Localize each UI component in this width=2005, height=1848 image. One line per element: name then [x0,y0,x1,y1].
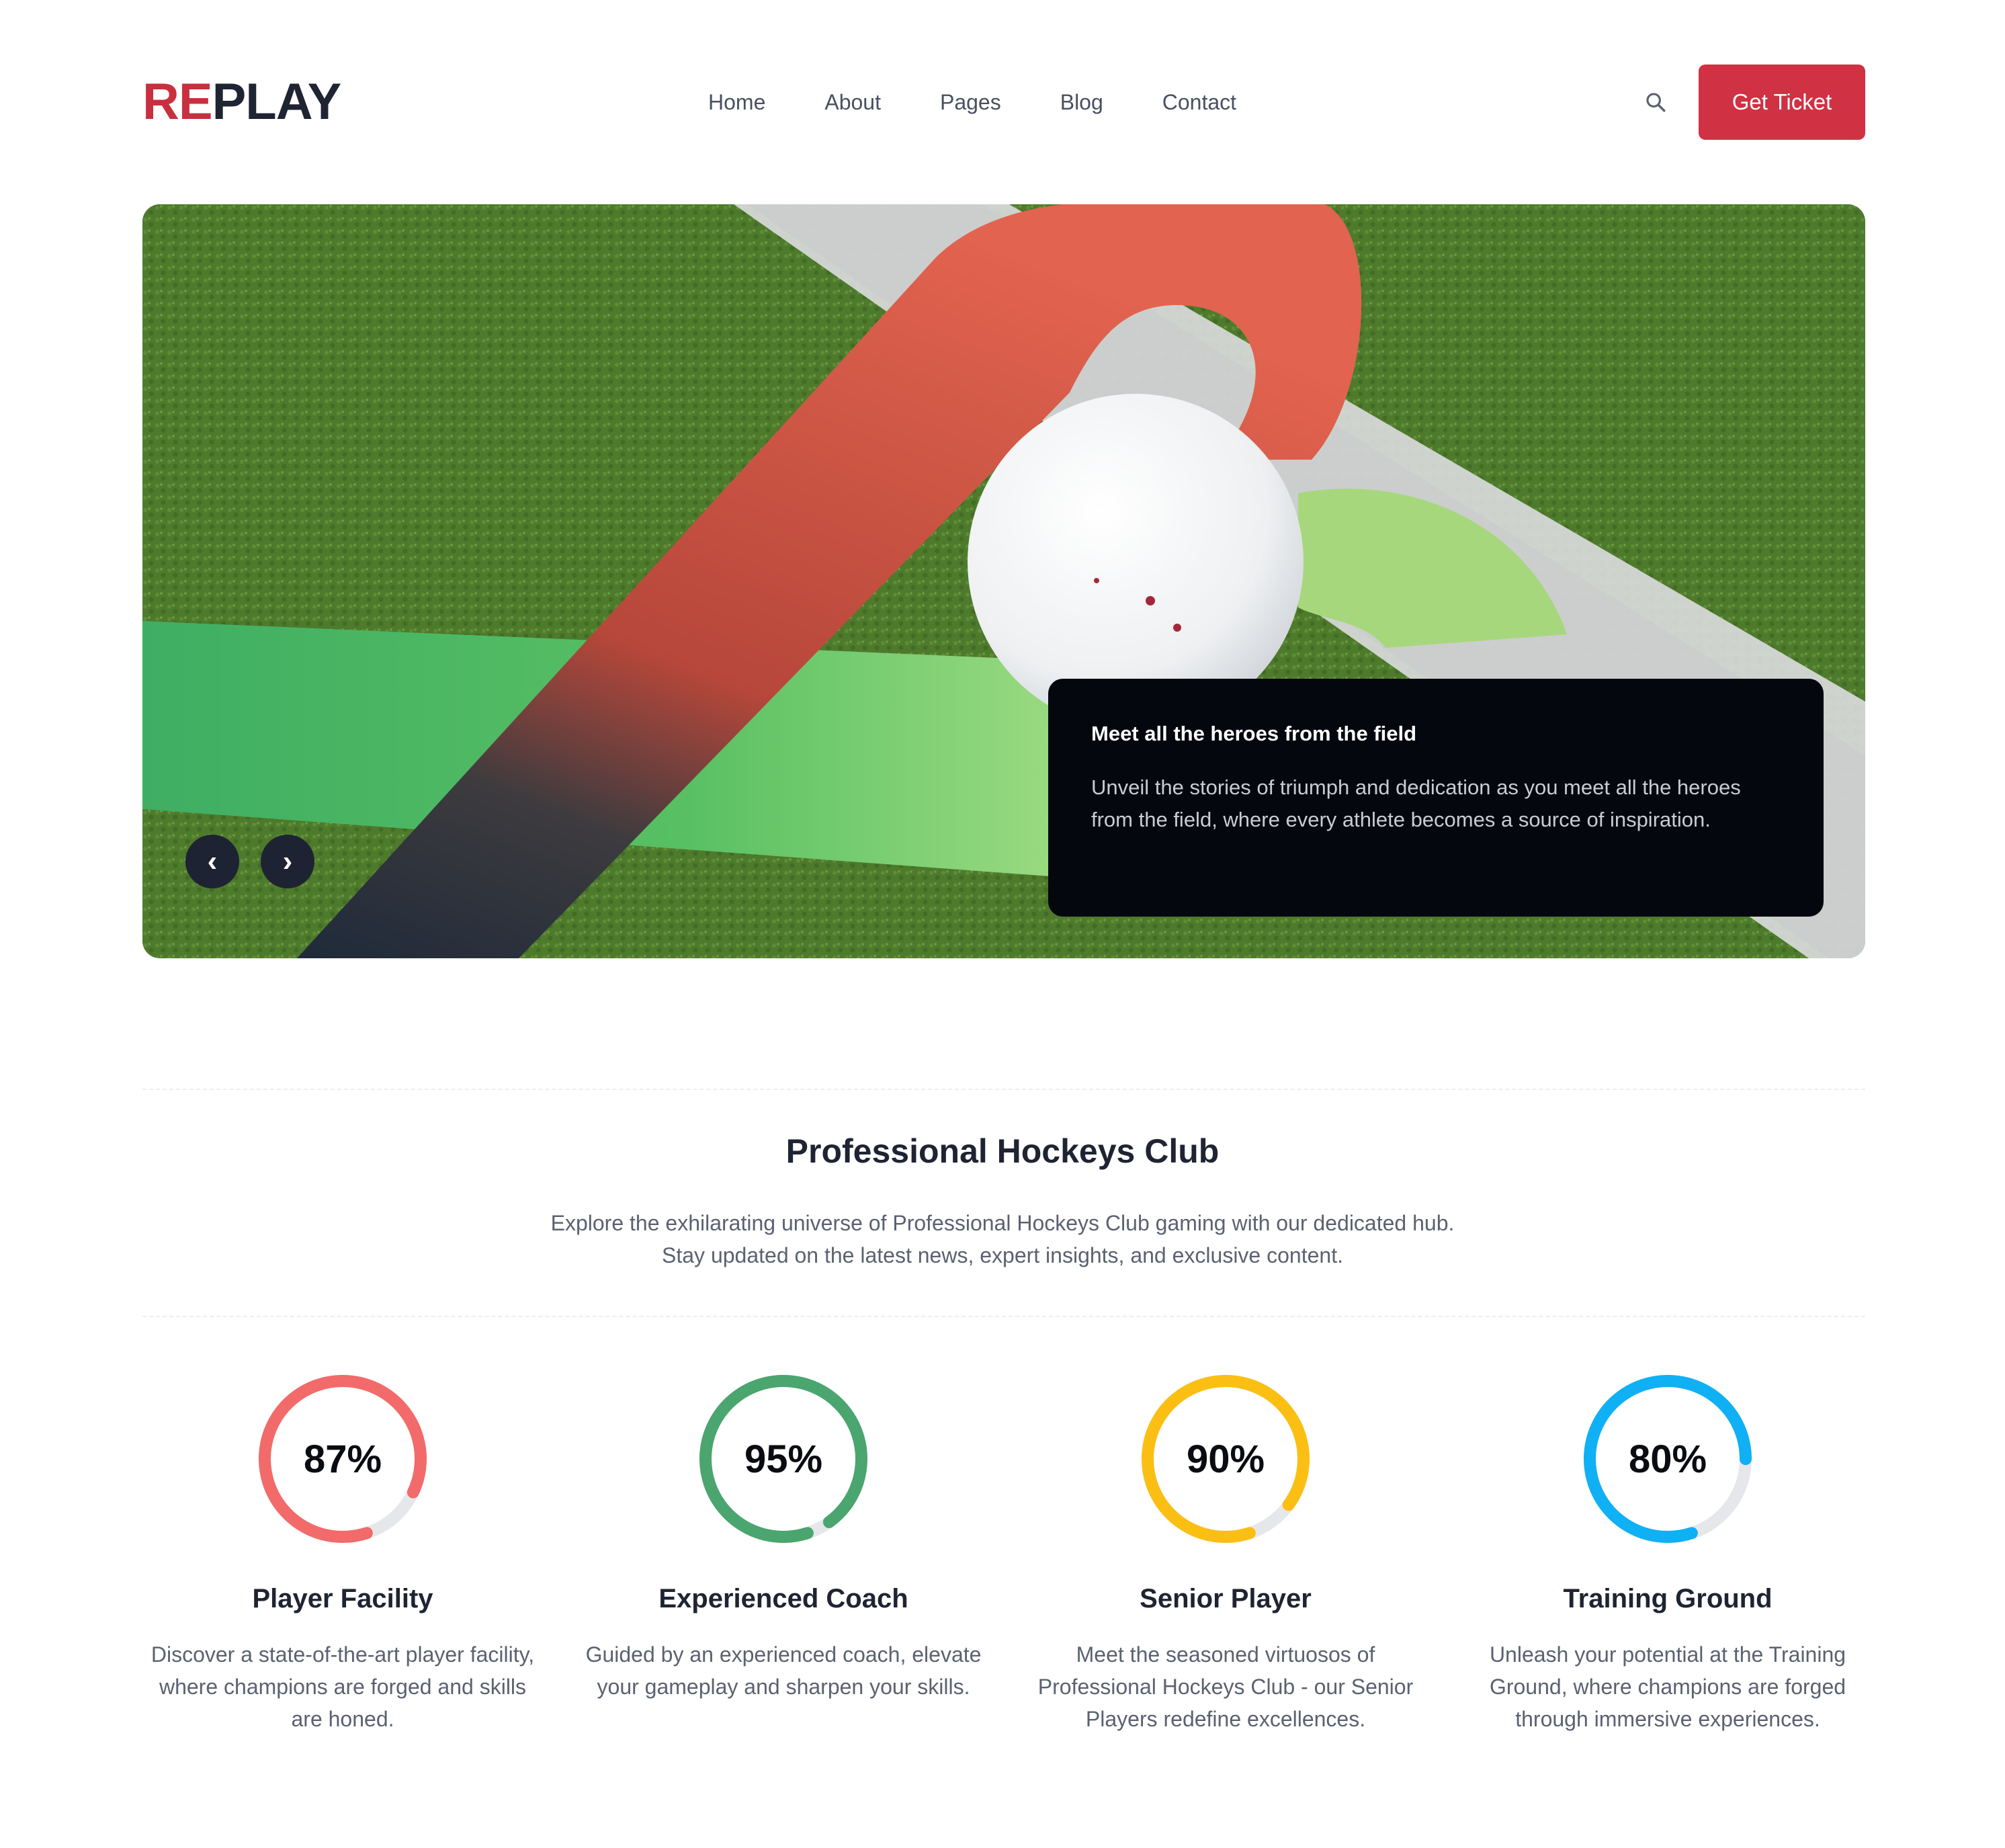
nav-pages[interactable]: Pages [940,82,1001,122]
progress-value: 90% [1186,1437,1265,1481]
nav-contact[interactable]: Contact [1162,82,1236,122]
stat-text: Guided by an experienced coach, elevate … [585,1642,982,1699]
logo-accent-text: RE [142,73,213,130]
search-button[interactable] [1637,83,1674,121]
progress-ring: 95% [699,1375,867,1543]
stat-player-facility: 87% Player Facility Discover a state-of-… [141,1375,544,1735]
nav-home[interactable]: Home [708,82,765,122]
stat-text: Unleash your potential at the Training G… [1489,1642,1846,1731]
slider-next-button[interactable]: › [261,835,314,888]
progress-ring: 87% [259,1375,427,1543]
stat-title: Experienced Coach [658,1584,908,1613]
section-title: Professional Hockeys Club [785,1132,1220,1170]
stat-text: Meet the seasoned virtuosos of Professio… [1037,1642,1414,1731]
section-divider-top [142,1089,1865,1090]
stat-title: Training Ground [1563,1584,1773,1613]
stat-training-ground: 80% Training Ground Unleash your potenti… [1466,1375,1869,1735]
stat-senior-player: 90% Senior Player Meet the seasoned virt… [1024,1375,1427,1735]
hero-caption-text: Unveil the stories of triumph and dedica… [1091,775,1741,831]
main-nav: Home About Pages Blog Contact [708,82,1295,122]
stat-title: Player Facility [252,1584,433,1613]
get-ticket-button[interactable]: Get Ticket [1699,65,1865,140]
progress-ring: 90% [1142,1375,1310,1543]
section-divider-bottom [142,1316,1865,1317]
progress-value: 87% [303,1437,382,1481]
section-description: Explore the exhilarating universe of Pro… [550,1211,1455,1267]
progress-ring: 80% [1584,1375,1752,1543]
logo-text: PLAY [212,73,342,130]
nav-about[interactable]: About [824,82,881,122]
site-header: REPLAY Home About Pages Blog Contact Get… [142,63,1865,141]
nav-blog[interactable]: Blog [1060,82,1103,122]
slider-prev-button[interactable]: ‹ [185,835,239,888]
progress-value: 80% [1628,1437,1707,1481]
search-icon [1646,93,1666,112]
logo[interactable]: REPLAY [142,75,341,129]
stat-text: Discover a state-of-the-art player facil… [151,1642,535,1731]
hero-caption: Meet all the heroes from the field Unvei… [1048,679,1824,917]
progress-value: 95% [744,1437,823,1481]
stat-title: Senior Player [1140,1584,1312,1613]
stat-experienced-coach: 95% Experienced Coach Guided by an exper… [582,1375,985,1703]
hero-caption-title: Meet all the heroes from the field [1091,722,1417,745]
hero-slider: ‹ › Meet all the heroes from the field U… [142,204,1865,958]
